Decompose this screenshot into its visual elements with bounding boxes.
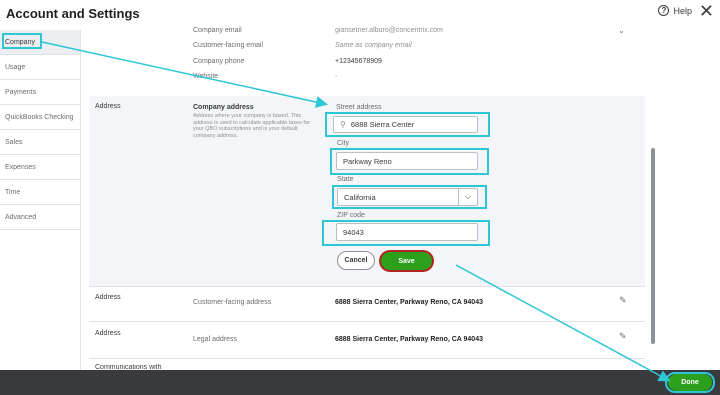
annotation-arrows <box>41 41 671 382</box>
arrow-save-to-done <box>455 264 671 382</box>
arrow-company-to-street <box>41 41 328 108</box>
